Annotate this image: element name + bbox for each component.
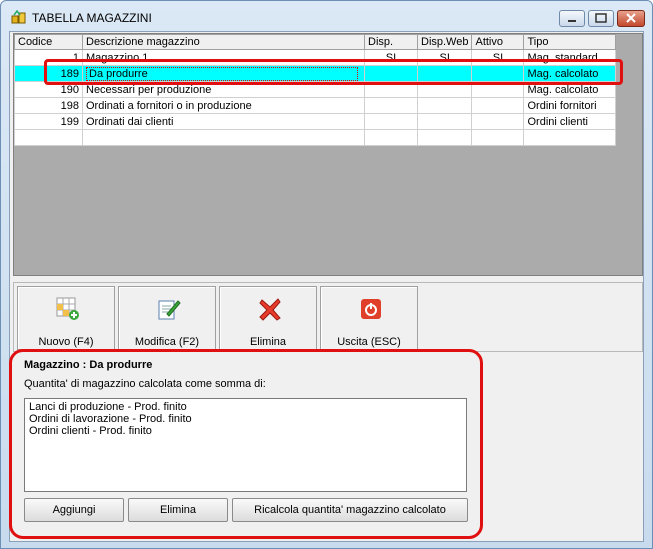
- column-header-disp[interactable]: Disp.: [364, 34, 418, 50]
- selected-row-highlight: [44, 59, 623, 85]
- detail-panel-highlight: [9, 349, 483, 539]
- edit-icon: [158, 300, 181, 320]
- new-button[interactable]: Nuovo (F4): [17, 286, 115, 350]
- table-cell-disp-web[interactable]: [416, 113, 473, 130]
- table-row[interactable]: 198 Ordinati a fornitori o in produzione O…: [14, 97, 617, 114]
- maximize-icon: [595, 13, 607, 23]
- column-header-codice[interactable]: Codice: [14, 34, 83, 50]
- table-row[interactable]: [14, 129, 617, 146]
- maximize-button[interactable]: [588, 10, 614, 27]
- new-button-label: Nuovo (F4): [38, 336, 94, 348]
- title-bar[interactable]: TABELLA MAGAZZINI: [1, 1, 652, 31]
- table-cell-descrizione[interactable]: Ordinati a fornitori o in produzione: [82, 97, 365, 114]
- main-window: TABELLA MAGAZZINI Codice Descrizione mag…: [0, 0, 653, 549]
- table-cell-descrizione[interactable]: Ordinati dai clienti: [82, 113, 365, 130]
- minimize-button[interactable]: [559, 10, 585, 27]
- table-cell-tipo[interactable]: Ordini fornitori: [523, 97, 617, 114]
- column-header-disp-web[interactable]: Disp.Web: [416, 34, 473, 50]
- table-cell-attivo[interactable]: [471, 129, 525, 146]
- column-header-tipo[interactable]: Tipo: [523, 34, 617, 50]
- table-cell-disp[interactable]: [364, 129, 418, 146]
- warehouse-table: Codice Descrizione magazzino Disp. Disp.…: [14, 34, 617, 146]
- edit-button-label: Modifica (F2): [134, 336, 200, 348]
- add-table-icon: [56, 297, 79, 320]
- close-icon: [626, 13, 636, 23]
- table-cell-disp[interactable]: [364, 97, 418, 114]
- edit-button[interactable]: Modifica (F2): [118, 286, 216, 350]
- table-cell-disp[interactable]: [364, 113, 418, 130]
- table-cell-descrizione[interactable]: [82, 129, 365, 146]
- table-cell-codice[interactable]: [14, 129, 83, 146]
- table-cell-codice[interactable]: 199: [14, 113, 83, 130]
- table-cell-disp-web[interactable]: [416, 97, 473, 114]
- table-cell-codice[interactable]: 198: [14, 97, 83, 114]
- exit-button[interactable]: Uscita (ESC): [320, 286, 418, 350]
- power-icon: [361, 299, 381, 319]
- toolbar: Nuovo (F4) Modifica (F2) Elimina Uscita …: [13, 282, 643, 352]
- table-cell-tipo[interactable]: [523, 129, 617, 146]
- table-cell-tipo[interactable]: Ordini clienti: [523, 113, 617, 130]
- column-header-descrizione[interactable]: Descrizione magazzino: [82, 34, 365, 50]
- exit-button-label: Uscita (ESC): [337, 336, 401, 348]
- close-button[interactable]: [617, 10, 645, 27]
- table-row[interactable]: 199 Ordinati dai clienti Ordini clienti: [14, 113, 617, 130]
- delete-button-label: Elimina: [249, 336, 287, 348]
- column-header-attivo[interactable]: Attivo: [471, 34, 525, 50]
- window-title: TABELLA MAGAZZINI: [32, 11, 152, 25]
- delete-x-icon: [259, 298, 281, 321]
- table-cell-attivo[interactable]: [471, 113, 525, 130]
- app-icon: [11, 10, 26, 24]
- delete-button[interactable]: Elimina: [219, 286, 317, 350]
- minimize-icon: [568, 20, 576, 22]
- table-cell-attivo[interactable]: [471, 97, 525, 114]
- table-cell-disp-web[interactable]: [416, 129, 473, 146]
